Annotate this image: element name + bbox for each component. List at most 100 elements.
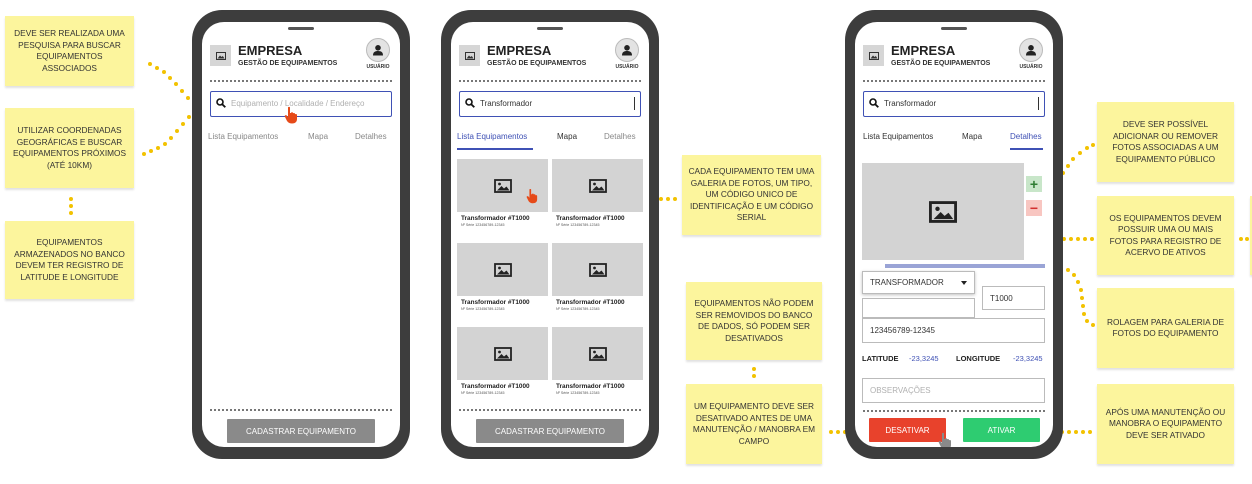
- phone-screen: EMPRESA GESTÃO DE EQUIPAMENTOS USUÁRIO T…: [855, 22, 1053, 447]
- remove-photo-button[interactable]: −: [1026, 200, 1042, 216]
- card-title: Transformador #T1000: [556, 299, 625, 306]
- tab-list[interactable]: Lista Equipamentos: [208, 132, 278, 141]
- image-icon: [588, 262, 607, 277]
- equipment-type-value: TRANSFORMADOR: [870, 278, 944, 287]
- add-photo-button[interactable]: +: [1026, 176, 1042, 192]
- note-geo-coordinates: UTILIZAR COORDENADAS GEOGRÁFICAS E BUSCA…: [5, 108, 134, 188]
- user-icon: [373, 45, 383, 56]
- image-icon: [493, 346, 512, 361]
- search-value: Transformador: [480, 99, 533, 108]
- phone-list-screen: EMPRESA GESTÃO DE EQUIPAMENTOS USUÁRIO T…: [441, 10, 659, 459]
- note-photo-gallery: CADA EQUIPAMENTO TEM UMA GALERIA DE FOTO…: [682, 155, 821, 235]
- note-no-deletion: EQUIPAMENTOS NÃO PODEM SER REMOVIDOS DO …: [686, 282, 822, 360]
- card-title: Transformador #T1000: [461, 383, 530, 390]
- brand-title: EMPRESA: [891, 43, 956, 58]
- user-label: USUÁRIO: [366, 64, 390, 70]
- active-tab-indicator: [1010, 148, 1043, 150]
- equipment-photo: [552, 327, 643, 380]
- brand-subtitle: GESTÃO DE EQUIPAMENTOS: [487, 60, 587, 67]
- search-value: Transformador: [884, 99, 937, 108]
- footer-divider: [459, 409, 641, 411]
- tab-map[interactable]: Mapa: [557, 132, 577, 141]
- search-input[interactable]: Equipamento / Localidade / Endereço: [210, 91, 392, 117]
- tab-map[interactable]: Mapa: [308, 132, 328, 141]
- text-caret: [634, 97, 635, 110]
- register-equipment-button[interactable]: CADASTRAR EQUIPAMENTO: [476, 419, 624, 443]
- note-lat-long-storage: EQUIPAMENTOS ARMAZENADOS NO BANCO DEVEM …: [5, 221, 134, 299]
- note-gallery-scroll: ROLAGEM PARA GALERIA DE FOTOS DO EQUIPAM…: [1097, 288, 1234, 368]
- hand-pointer-icon: [284, 106, 297, 124]
- equipment-card[interactable]: Transformador #T1000 Nº Série 123456789-…: [457, 327, 548, 406]
- footer-divider: [863, 410, 1045, 412]
- equipment-code-field[interactable]: T1000: [982, 286, 1045, 310]
- equipment-photo: [552, 243, 643, 296]
- image-icon: [464, 51, 475, 60]
- hand-pointer-icon: [938, 432, 951, 447]
- speaker: [537, 27, 563, 30]
- tab-map[interactable]: Mapa: [962, 132, 982, 141]
- equipment-photo-gallery[interactable]: [862, 163, 1024, 260]
- brand-title: EMPRESA: [487, 43, 552, 58]
- longitude-label: LONGITUDE: [956, 354, 1001, 363]
- user-avatar[interactable]: [615, 38, 639, 62]
- register-equipment-button[interactable]: CADASTRAR EQUIPAMENTO: [227, 419, 375, 443]
- tab-details[interactable]: Detalhes: [1010, 132, 1042, 141]
- card-title: Transformador #T1000: [556, 215, 625, 222]
- card-serial: Nº Série 123456789-12345: [556, 223, 600, 227]
- card-serial: Nº Série 123456789-12345: [556, 391, 600, 395]
- company-logo: [210, 45, 231, 66]
- equipment-card[interactable]: Transformador #T1000 Nº Série 123456789-…: [552, 159, 643, 238]
- phone-details-screen: EMPRESA GESTÃO DE EQUIPAMENTOS USUÁRIO T…: [845, 10, 1063, 459]
- card-title: Transformador #T1000: [556, 383, 625, 390]
- tab-details[interactable]: Detalhes: [604, 132, 636, 141]
- latitude-label: LATITUDE: [862, 354, 899, 363]
- user-avatar[interactable]: [1019, 38, 1043, 62]
- company-logo: [459, 45, 480, 66]
- card-serial: Nº Série 123456789-12345: [461, 307, 505, 311]
- equipment-code-value: T1000: [990, 293, 1013, 303]
- equipment-type-select[interactable]: TRANSFORMADOR: [862, 271, 975, 294]
- deactivate-button[interactable]: DESATIVAR: [869, 418, 946, 442]
- text-caret: [1038, 97, 1039, 110]
- image-icon: [493, 178, 512, 193]
- brand-title: EMPRESA: [238, 43, 303, 58]
- serial-number-field[interactable]: 123456789-12345: [862, 318, 1045, 343]
- user-label: USUÁRIO: [1019, 64, 1043, 70]
- search-icon: [869, 98, 879, 108]
- phone-screen: EMPRESA GESTÃO DE EQUIPAMENTOS USUÁRIO T…: [451, 22, 649, 447]
- search-input[interactable]: Transformador: [459, 91, 641, 117]
- equipment-empty-field[interactable]: [862, 298, 975, 318]
- header-divider: [210, 80, 392, 82]
- search-icon: [216, 98, 226, 108]
- tab-details[interactable]: Detalhes: [355, 132, 387, 141]
- tab-list[interactable]: Lista Equipamentos: [863, 132, 933, 141]
- user-icon: [622, 45, 632, 56]
- search-icon: [465, 98, 475, 108]
- activate-button[interactable]: ATIVAR: [963, 418, 1040, 442]
- note-activate-after: APÓS UMA MANUTENÇÃO OU MANOBRA O EQUIPAM…: [1097, 384, 1234, 464]
- equipment-card[interactable]: Transformador #T1000 Nº Série 123456789-…: [552, 243, 643, 322]
- brand-subtitle: GESTÃO DE EQUIPAMENTOS: [891, 60, 991, 67]
- hand-pointer-icon: [526, 188, 538, 204]
- image-icon: [868, 51, 879, 60]
- card-serial: Nº Série 123456789-12345: [556, 307, 600, 311]
- footer-divider: [210, 409, 392, 411]
- search-input[interactable]: Transformador: [863, 91, 1045, 117]
- gallery-scroll-indicator[interactable]: [885, 264, 1045, 268]
- speaker: [288, 27, 314, 30]
- card-serial: Nº Série 123456789-12345: [461, 223, 505, 227]
- card-serial: Nº Série 123456789-12345: [461, 391, 505, 395]
- equipment-photo: [457, 327, 548, 380]
- phone-screen: EMPRESA GESTÃO DE EQUIPAMENTOS USUÁRIO E…: [202, 22, 400, 447]
- observations-placeholder: OBSERVAÇÕES: [870, 386, 931, 395]
- speaker: [941, 27, 967, 30]
- user-avatar[interactable]: [366, 38, 390, 62]
- user-icon: [1026, 45, 1036, 56]
- equipment-card[interactable]: Transformador #T1000 Nº Série 123456789-…: [552, 327, 643, 406]
- equipment-photo: [457, 159, 548, 212]
- image-icon: [215, 51, 226, 60]
- observations-field[interactable]: OBSERVAÇÕES: [862, 378, 1045, 403]
- equipment-card[interactable]: Transformador #T1000 Nº Série 123456789-…: [457, 243, 548, 322]
- card-title: Transformador #T1000: [461, 215, 530, 222]
- tab-list[interactable]: Lista Equipamentos: [457, 132, 527, 141]
